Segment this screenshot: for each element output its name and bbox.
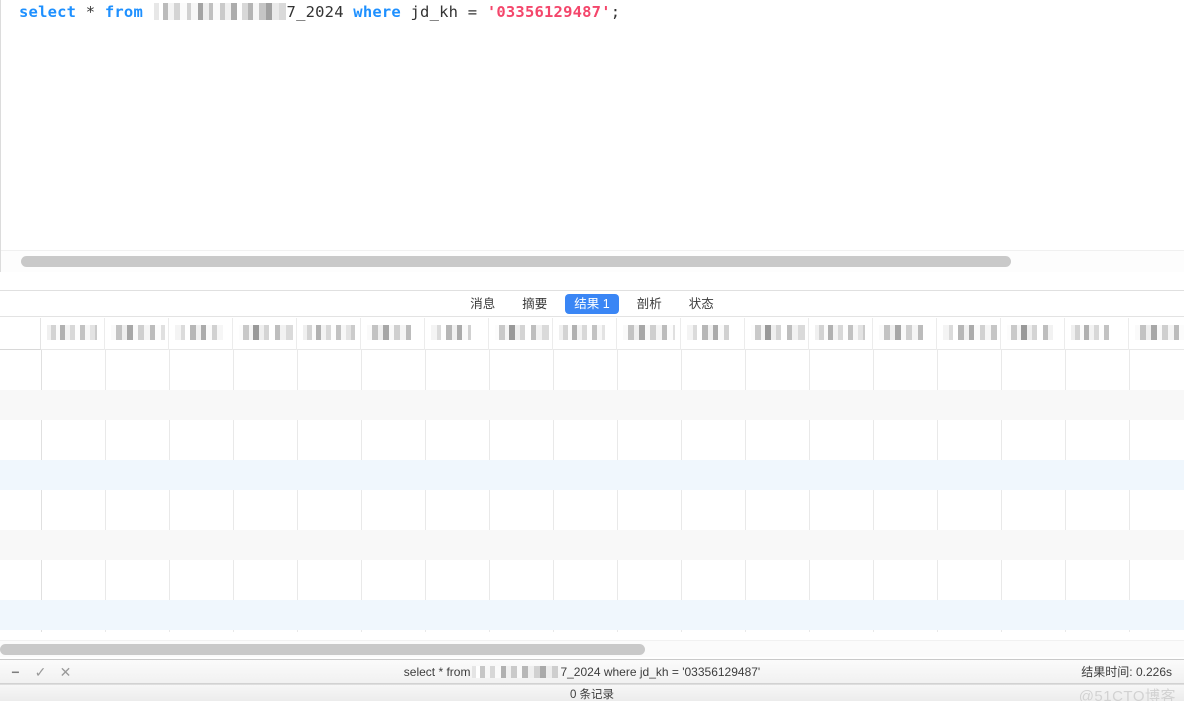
- grid-scrollbar-thumb[interactable]: [0, 644, 645, 655]
- grid-column-header-10[interactable]: [681, 318, 745, 350]
- sql-editor-pane[interactable]: select * from 7_2024 where jd_kh = '0335…: [0, 0, 1184, 272]
- grid-column-header-redacted-label-11: [751, 325, 805, 340]
- status-bar: − ✓ ✕ select * from 7_2024 where jd_kh = …: [0, 659, 1184, 684]
- grid-row-stripe-1[interactable]: [0, 460, 1184, 490]
- grid-column-header-7[interactable]: [489, 318, 553, 350]
- sql-editor-line-1[interactable]: select * from 7_2024 where jd_kh = '0335…: [19, 2, 620, 23]
- grid-column-header-16[interactable]: [1065, 318, 1129, 350]
- grid-column-header-redacted-label-3: [239, 325, 293, 340]
- sql-keyword-where: where: [353, 3, 401, 21]
- grid-column-header-redacted-label-16: [1071, 325, 1109, 340]
- sql-column-name: jd_kh: [410, 3, 459, 21]
- result-grid[interactable]: [0, 318, 1184, 638]
- grid-column-header-redacted-label-17: [1135, 325, 1184, 340]
- close-icon[interactable]: ✕: [58, 664, 73, 679]
- grid-column-header-15[interactable]: [1001, 318, 1065, 350]
- result-tab-3[interactable]: 剖析: [628, 294, 671, 314]
- grid-column-header-redacted-label-4: [303, 325, 355, 340]
- grid-column-header-redacted-label-1: [111, 325, 165, 340]
- grid-row-stripe-0[interactable]: [0, 390, 1184, 420]
- grid-column-header-redacted-label-7: [495, 325, 549, 340]
- grid-column-header-0[interactable]: [41, 318, 105, 350]
- grid-column-header-redacted-label-14: [943, 325, 997, 340]
- grid-column-header-redacted-label-12: [815, 325, 865, 340]
- editor-scrollbar-track[interactable]: [1, 250, 1184, 272]
- grid-column-header-redacted-label-8: [559, 325, 605, 340]
- grid-scrollbar-track[interactable]: [0, 640, 1184, 657]
- sql-table-suffix: 7_2024: [286, 3, 344, 21]
- grid-column-header-5[interactable]: [361, 318, 425, 350]
- sql-semicolon: ;: [610, 3, 621, 21]
- grid-column-header-redacted-label-13: [879, 325, 923, 340]
- grid-column-header-12[interactable]: [809, 318, 873, 350]
- status-bar-actions: − ✓ ✕: [0, 664, 180, 679]
- grid-column-header-3[interactable]: [233, 318, 297, 350]
- status-sql-redacted-table: [472, 665, 559, 678]
- sql-keyword-from: from: [104, 3, 143, 21]
- result-grid-body[interactable]: [0, 350, 1184, 638]
- sql-string-literal: '03356129487': [486, 3, 611, 21]
- record-count-bar: 0 条记录 @51CTO博客: [0, 684, 1184, 701]
- result-grid-header-row: [0, 318, 1184, 350]
- result-tab-0[interactable]: 消息: [461, 294, 504, 314]
- grid-column-header-redacted-label-6: [431, 325, 471, 340]
- grid-column-header-17[interactable]: [1129, 318, 1184, 350]
- grid-column-header-redacted-label-0: [47, 325, 97, 340]
- result-tab-2[interactable]: 结果 1: [565, 293, 619, 314]
- check-icon[interactable]: ✓: [33, 664, 48, 679]
- result-time-label: 结果时间: 0.226s: [1081, 665, 1172, 679]
- status-sql-prefix: select * from: [403, 664, 471, 679]
- grid-column-header-6[interactable]: [425, 318, 489, 350]
- sql-redacted-table-name: [153, 3, 286, 20]
- grid-row-stripe-2[interactable]: [0, 530, 1184, 560]
- grid-row-stripe-3[interactable]: [0, 600, 1184, 630]
- grid-corner-cell[interactable]: [0, 318, 41, 350]
- grid-column-header-9[interactable]: [617, 318, 681, 350]
- result-tab-4[interactable]: 状态: [680, 294, 723, 314]
- result-tab-bar: 消息 摘要 结果 1 剖析 状态: [0, 290, 1184, 317]
- grid-column-header-14[interactable]: [937, 318, 1001, 350]
- status-bar-query-text: select * from 7_2024 where jd_kh = '03356…: [180, 665, 984, 679]
- grid-column-header-redacted-label-2: [175, 325, 223, 340]
- sql-star: *: [85, 3, 96, 21]
- sql-equals-operator: =: [467, 3, 478, 21]
- grid-column-header-redacted-label-5: [367, 325, 411, 340]
- result-tab-1[interactable]: 摘要: [513, 294, 556, 314]
- collapse-icon[interactable]: −: [8, 664, 23, 679]
- grid-column-header-4[interactable]: [297, 318, 361, 350]
- grid-column-header-8[interactable]: [553, 318, 617, 350]
- sql-client-window: select * from 7_2024 where jd_kh = '0335…: [0, 0, 1184, 701]
- grid-column-header-13[interactable]: [873, 318, 937, 350]
- record-count-label: 0 条记录: [569, 689, 615, 701]
- grid-column-header-redacted-label-9: [623, 325, 675, 340]
- grid-column-header-redacted-label-10: [687, 325, 729, 340]
- grid-column-header-1[interactable]: [105, 318, 169, 350]
- sql-keyword-select: select: [19, 3, 77, 21]
- grid-column-header-11[interactable]: [745, 318, 809, 350]
- grid-column-header-2[interactable]: [169, 318, 233, 350]
- editor-scrollbar-thumb[interactable]: [21, 256, 1011, 267]
- status-sql-suffix: 7_2024 where jd_kh = '03356129487': [560, 664, 761, 679]
- grid-column-header-redacted-label-15: [1007, 325, 1053, 340]
